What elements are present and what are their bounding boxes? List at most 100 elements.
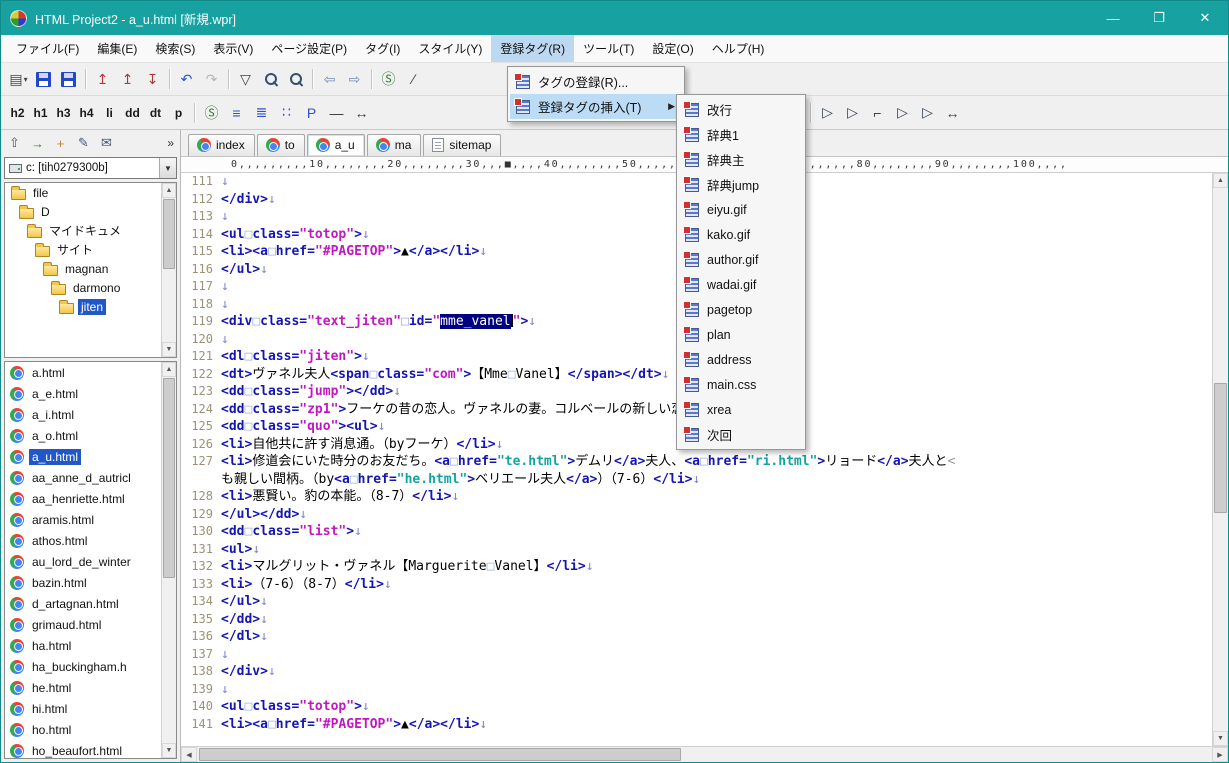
submenu-item-kako.gif[interactable]: kako.gif	[679, 222, 803, 247]
back-button[interactable]: ⇦	[317, 67, 342, 92]
minimize-button[interactable]: —	[1090, 1, 1136, 35]
ol-list-button[interactable]: ≣	[249, 100, 274, 125]
scrollbar-thumb[interactable]	[163, 199, 175, 269]
submenu-item-改行[interactable]: 改行	[679, 97, 803, 122]
forward-button[interactable]: ⇨	[342, 67, 367, 92]
submenu-item-辞典1[interactable]: 辞典1	[679, 122, 803, 147]
tree-item-darmono[interactable]: darmono	[5, 278, 176, 297]
tree-item-サイト[interactable]: サイト	[5, 240, 176, 259]
code-line[interactable]: 129 </ul></dd>↓	[181, 506, 1212, 524]
slash-check-button[interactable]: ∕	[401, 67, 426, 92]
dd-button[interactable]: dd	[121, 100, 144, 125]
file-list-item[interactable]: a_i.html	[5, 404, 176, 425]
scroll-up-arrow-icon[interactable]: ▲	[162, 183, 176, 198]
menubar-item-ヘルプ(H)[interactable]: ヘルプ(H)	[703, 35, 774, 62]
style-button[interactable]: Ⓢ	[199, 100, 224, 125]
menubar-item-登録タグ(R)[interactable]: 登録タグ(R)	[491, 35, 575, 62]
submenu-item-xrea[interactable]: xrea	[679, 397, 803, 422]
new-folder-button[interactable]: +	[49, 132, 72, 154]
edit-button[interactable]: ✎	[72, 132, 95, 154]
file-list-item[interactable]: hi.html	[5, 698, 176, 719]
toolbar-overflow-chevron[interactable]: »	[163, 136, 178, 150]
code-line[interactable]: 128 <li>悪賢い。豹の本能。（8-7）</li>↓	[181, 488, 1212, 506]
search-button[interactable]	[258, 67, 283, 92]
go-button[interactable]: →	[26, 132, 49, 154]
submenu-item-wadai.gif[interactable]: wadai.gif	[679, 272, 803, 297]
menu-item-登録タグの挿入(T)[interactable]: 登録タグの挿入(T) ▶	[510, 94, 682, 119]
dt-button[interactable]: dt	[144, 100, 167, 125]
tab-index[interactable]: index	[188, 134, 255, 156]
save-all-button[interactable]	[56, 67, 81, 92]
file-list-item[interactable]: ha_buckingham.h	[5, 656, 176, 677]
drive-select-dropdown-button[interactable]: ▼	[159, 158, 176, 178]
code-line[interactable]: 127 <li>修道会にいた時分のお友だち。<a□href="te.html">デ…	[181, 453, 1212, 471]
submenu-item-eiyu.gif[interactable]: eiyu.gif	[679, 197, 803, 222]
scrollbar-thumb[interactable]	[163, 378, 175, 578]
file-list-item[interactable]: au_lord_de_winter	[5, 551, 176, 572]
menu-item-タグの登録(R)...[interactable]: タグの登録(R)...	[510, 69, 682, 94]
tab-a_u[interactable]: a_u	[306, 134, 365, 156]
submenu-item-address[interactable]: address	[679, 347, 803, 372]
maximize-button[interactable]: ❐	[1136, 1, 1182, 35]
file-list-item[interactable]: he.html	[5, 677, 176, 698]
new-file-button[interactable]: ▤ ▾	[6, 67, 31, 92]
tree-item-jiten[interactable]: jiten	[5, 297, 176, 316]
file-list-item[interactable]: athos.html	[5, 530, 176, 551]
dl-list-button[interactable]: ∷	[274, 100, 299, 125]
hr-button[interactable]: —	[324, 100, 349, 125]
ul-list-button[interactable]: ≡	[224, 100, 249, 125]
menubar-item-ページ設定(P)[interactable]: ページ設定(P)	[262, 35, 356, 62]
file-list-item[interactable]: ho.html	[5, 719, 176, 740]
parent-folder-button[interactable]: ⇧	[3, 132, 26, 154]
h2-button[interactable]: h2	[6, 100, 29, 125]
drive-select[interactable]: c: [tih0279300b] ▼	[4, 157, 177, 179]
code-line[interactable]: 135 </dd>↓	[181, 611, 1212, 629]
upload-page-button[interactable]: ↥	[90, 67, 115, 92]
redo-button[interactable]: ↷	[199, 67, 224, 92]
scroll-down-arrow-icon[interactable]: ▼	[162, 342, 176, 357]
h3-button[interactable]: h3	[52, 100, 75, 125]
tree-item-file[interactable]: file	[5, 183, 176, 202]
close-button[interactable]: ✕	[1182, 1, 1228, 35]
p-button[interactable]: p	[167, 100, 190, 125]
titlebar[interactable]: HTML Project2 - a_u.html [新規.wpr] — ❐ ✕	[1, 1, 1228, 35]
selection-button[interactable]: ▽	[233, 67, 258, 92]
paragraph-button[interactable]: P	[299, 100, 324, 125]
file-list-item[interactable]: d_artagnan.html	[5, 593, 176, 614]
scroll-down-arrow-icon[interactable]: ▼	[162, 743, 176, 758]
file-list-item[interactable]: ha.html	[5, 635, 176, 656]
file-list-item[interactable]: a_u.html	[5, 446, 176, 467]
download-page-button[interactable]: ↧	[140, 67, 165, 92]
code-line[interactable]: 131 <ul>↓	[181, 541, 1212, 559]
code-line[interactable]: 139 ↓	[181, 681, 1212, 699]
code-line[interactable]: 138 </div>↓	[181, 663, 1212, 681]
menubar-item-ツール(T)[interactable]: ツール(T)	[574, 35, 643, 62]
file-list-item[interactable]: grimaud.html	[5, 614, 176, 635]
file-list-item[interactable]: aa_henriette.html	[5, 488, 176, 509]
code-line[interactable]: 133 <li>（7-6）（8-7）</li>↓	[181, 576, 1212, 594]
code-line[interactable]: 140 <ul□class="totop">↓	[181, 698, 1212, 716]
submenu-item-author.gif[interactable]: author.gif	[679, 247, 803, 272]
search-next-button[interactable]	[283, 67, 308, 92]
code-line[interactable]: 141 <li><a□href="#PAGETOP">▲</a></li>↓	[181, 716, 1212, 734]
scrollbar-thumb[interactable]	[1214, 383, 1227, 513]
menubar-item-設定(O)[interactable]: 設定(O)	[643, 35, 702, 62]
scroll-down-arrow-icon[interactable]: ▼	[1213, 731, 1228, 746]
scroll-up-arrow-icon[interactable]: ▲	[162, 362, 176, 377]
save-button[interactable]	[31, 67, 56, 92]
code-line[interactable]: 134 </ul>↓	[181, 593, 1212, 611]
code-line[interactable]: 130 <dd□class="list">↓	[181, 523, 1212, 541]
tree-item-D[interactable]: D	[5, 202, 176, 221]
folder-tree-scrollbar[interactable]: ▲ ▼	[161, 183, 176, 357]
file-list-item[interactable]: bazin.html	[5, 572, 176, 593]
file-list-item[interactable]: a_o.html	[5, 425, 176, 446]
insert-tag-button-5[interactable]: ▷	[915, 100, 940, 125]
edge-marker-button[interactable]: ⌐	[865, 100, 890, 125]
scrollbar-thumb[interactable]	[199, 748, 681, 761]
menubar-item-編集(E)[interactable]: 編集(E)	[88, 35, 146, 62]
tree-item-マイドキュメ[interactable]: マイドキュメ	[5, 221, 176, 240]
menubar-item-表示(V)[interactable]: 表示(V)	[204, 35, 262, 62]
undo-button[interactable]: ↶	[174, 67, 199, 92]
file-list-item[interactable]: aa_anne_d_autricl	[5, 467, 176, 488]
insert-tag-button-3[interactable]: ▷	[840, 100, 865, 125]
